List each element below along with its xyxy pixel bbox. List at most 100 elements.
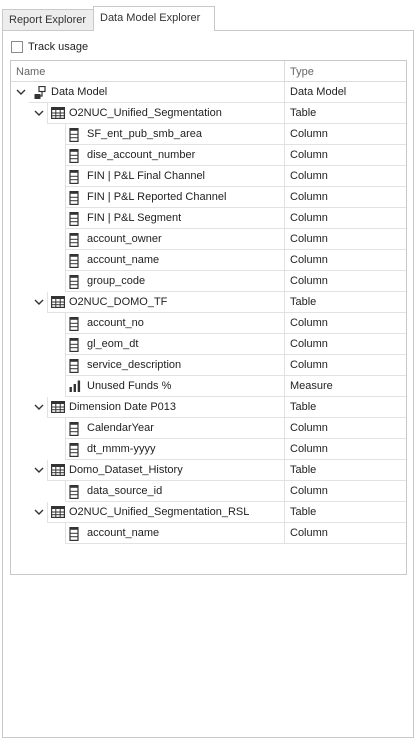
column-divider bbox=[284, 208, 285, 229]
tree-row[interactable]: account_name Column bbox=[11, 523, 406, 544]
tree-item-type: Column bbox=[290, 149, 328, 161]
tree-item-name: CalendarYear bbox=[87, 422, 154, 434]
tree-row[interactable]: Data Model Data Model bbox=[11, 82, 406, 103]
column-divider bbox=[284, 187, 285, 208]
table-icon bbox=[51, 401, 66, 414]
table-icon bbox=[51, 506, 66, 519]
table-icon bbox=[51, 464, 66, 477]
tree-item-name: dise_account_number bbox=[87, 149, 196, 161]
model-tree-grid: Name Type Data Model Data Model O2NUC_Unif… bbox=[10, 60, 407, 575]
tree-item-type: Column bbox=[290, 170, 328, 182]
tree-item-type: Column bbox=[290, 191, 328, 203]
column-divider bbox=[284, 313, 285, 334]
tree-item-name: Data Model bbox=[51, 86, 108, 98]
column-icon bbox=[69, 317, 83, 332]
tree-item-type: Measure bbox=[290, 380, 333, 392]
row-cell-border bbox=[47, 292, 48, 313]
row-cell-border bbox=[47, 460, 48, 481]
tree-row[interactable]: service_description Column bbox=[11, 355, 406, 376]
chevron-down-icon[interactable] bbox=[33, 107, 45, 119]
chevron-down-icon[interactable] bbox=[33, 464, 45, 476]
tree-item-type: Column bbox=[290, 422, 328, 434]
tree-row[interactable]: Dimension Date P013 Table bbox=[11, 397, 406, 418]
tree-item-type: Column bbox=[290, 443, 328, 455]
tab-data-model-explorer[interactable]: Data Model Explorer bbox=[93, 6, 215, 31]
tree-row[interactable]: O2NUC_DOMO_TF Table bbox=[11, 292, 406, 313]
column-header-name[interactable]: Name bbox=[16, 66, 45, 78]
column-icon bbox=[69, 191, 83, 206]
tree-item-type: Column bbox=[290, 128, 328, 140]
column-header-divider[interactable] bbox=[284, 61, 285, 82]
data-model-icon bbox=[33, 85, 47, 99]
tree-item-name: group_code bbox=[87, 275, 146, 287]
tree-row[interactable]: account_no Column bbox=[11, 313, 406, 334]
row-cell-border bbox=[65, 439, 66, 460]
chevron-down-icon[interactable] bbox=[33, 401, 45, 413]
tree-row[interactable]: group_code Column bbox=[11, 271, 406, 292]
tree-row[interactable]: O2NUC_Unified_Segmentation_RSL Table bbox=[11, 502, 406, 523]
column-icon bbox=[69, 212, 83, 227]
tree-item-name: O2NUC_DOMO_TF bbox=[69, 296, 168, 308]
tree-item-name: Unused Funds % bbox=[87, 380, 172, 392]
tree-item-type: Column bbox=[290, 338, 328, 350]
column-header-type[interactable]: Type bbox=[290, 66, 314, 78]
tree-item-type: Table bbox=[290, 107, 317, 119]
tree-item-type: Table bbox=[290, 401, 317, 413]
tree-row[interactable]: data_source_id Column bbox=[11, 481, 406, 502]
chevron-down-icon[interactable] bbox=[33, 296, 45, 308]
tree-row[interactable]: Unused Funds % Measure bbox=[11, 376, 406, 397]
tree-item-name: FIN | P&L Final Channel bbox=[87, 170, 206, 182]
row-cell-border bbox=[65, 166, 66, 187]
row-cell-border bbox=[65, 355, 66, 376]
tree-row[interactable]: account_owner Column bbox=[11, 229, 406, 250]
tree-item-name: account_owner bbox=[87, 233, 162, 245]
track-usage-label: Track usage bbox=[28, 41, 89, 53]
row-cell-border bbox=[65, 187, 66, 208]
tree-item-type: Table bbox=[290, 464, 317, 476]
tree-row[interactable]: FIN | P&L Final Channel Column bbox=[11, 166, 406, 187]
column-divider bbox=[284, 250, 285, 271]
column-divider bbox=[284, 145, 285, 166]
column-divider bbox=[284, 124, 285, 145]
tree-row[interactable]: account_name Column bbox=[11, 250, 406, 271]
column-divider bbox=[284, 292, 285, 313]
column-icon bbox=[69, 359, 83, 374]
table-icon bbox=[51, 296, 66, 309]
tree-item-name: account_no bbox=[87, 317, 144, 329]
tree-item-type: Column bbox=[290, 254, 328, 266]
row-cell-border bbox=[65, 250, 66, 271]
tab-report-explorer[interactable]: Report Explorer bbox=[2, 9, 94, 30]
chevron-down-icon[interactable] bbox=[33, 506, 45, 518]
tree-item-type: Column bbox=[290, 527, 328, 539]
track-usage-checkbox[interactable] bbox=[11, 41, 23, 53]
tree-row[interactable]: gl_eom_dt Column bbox=[11, 334, 406, 355]
row-cell-border bbox=[65, 523, 66, 544]
tree-row[interactable]: FIN | P&L Reported Channel Column bbox=[11, 187, 406, 208]
column-divider bbox=[284, 439, 285, 460]
tree-row[interactable]: dt_mmm-yyyy Column bbox=[11, 439, 406, 460]
chevron-down-icon[interactable] bbox=[15, 86, 27, 98]
tree-row[interactable]: SF_ent_pub_smb_area Column bbox=[11, 124, 406, 145]
column-divider bbox=[284, 481, 285, 502]
tree-item-type: Table bbox=[290, 506, 317, 518]
tree-row[interactable]: dise_account_number Column bbox=[11, 145, 406, 166]
track-usage-option[interactable]: Track usage bbox=[11, 40, 88, 54]
column-icon bbox=[69, 233, 83, 248]
tree-row[interactable]: CalendarYear Column bbox=[11, 418, 406, 439]
grid-header: Name Type bbox=[11, 61, 406, 82]
column-icon bbox=[69, 338, 83, 353]
tree-row[interactable]: FIN | P&L Segment Column bbox=[11, 208, 406, 229]
column-icon bbox=[69, 254, 83, 269]
tree-item-type: Column bbox=[290, 233, 328, 245]
tree-row[interactable]: O2NUC_Unified_Segmentation Table bbox=[11, 103, 406, 124]
row-cell-border bbox=[65, 376, 66, 397]
tree-item-name: account_name bbox=[87, 527, 160, 539]
tree-item-name: SF_ent_pub_smb_area bbox=[87, 128, 202, 140]
column-divider bbox=[284, 82, 285, 103]
tree-item-name: FIN | P&L Segment bbox=[87, 212, 182, 224]
tree-item-type: Column bbox=[290, 212, 328, 224]
column-divider bbox=[284, 334, 285, 355]
tree-row[interactable]: Domo_Dataset_History Table bbox=[11, 460, 406, 481]
tree-item-type: Column bbox=[290, 485, 328, 497]
row-cell-border bbox=[65, 208, 66, 229]
